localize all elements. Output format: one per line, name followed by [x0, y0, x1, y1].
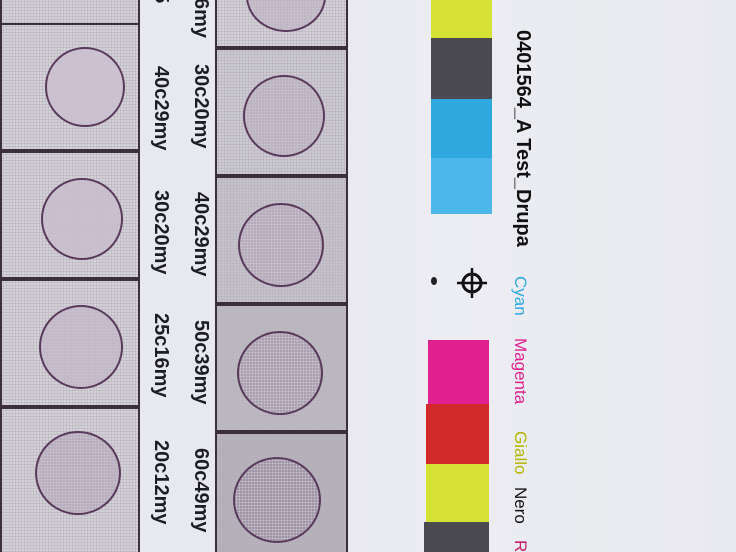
color-patch-yellow — [426, 464, 489, 522]
swatch-label: 60c49my — [190, 448, 212, 533]
swatch-label: 50c39my — [190, 320, 212, 405]
color-patch-black — [424, 522, 489, 552]
color-patch-yellow — [431, 0, 492, 38]
color-patch-cyan-tint — [431, 158, 492, 214]
color-patch-magenta — [428, 340, 489, 404]
swatch-label: 30c20my — [190, 64, 212, 149]
swatch-label: 20c12my — [150, 440, 172, 525]
color-name-red: R — [511, 540, 530, 552]
swatch-label: 6my — [190, 0, 212, 39]
color-patch-red — [426, 404, 489, 464]
color-name-yellow: Giallo — [511, 431, 530, 475]
tone-circle — [238, 203, 324, 287]
swatch-label: 40c29my — [150, 66, 172, 151]
tone-circle — [243, 75, 325, 157]
tone-circle — [45, 47, 125, 127]
tone-circle — [237, 331, 323, 415]
tone-circle — [35, 431, 121, 515]
photo-scene: 5 40c29my 30c20my 25c16my 20c12my 6my 30… — [0, 0, 736, 552]
color-name-cyan: Cyan — [511, 276, 530, 316]
registration-dot — [431, 277, 437, 285]
swatch-label: 30c20my — [150, 190, 172, 275]
job-title: 0401564_A Test_Drupa — [512, 30, 534, 247]
tone-circle — [39, 305, 123, 389]
swatch-label: 40c29my — [190, 192, 212, 277]
tone-circle — [233, 457, 321, 543]
tone-circle — [41, 178, 123, 260]
registration-mark-icon — [457, 268, 487, 298]
color-name-magenta: Magenta — [511, 338, 530, 405]
swatch-label: 25c16my — [150, 313, 172, 398]
swatch-label: 5 — [149, 0, 172, 3]
color-patch-cyan — [431, 99, 492, 158]
color-patch-black — [431, 38, 492, 99]
color-name-black: Nero — [511, 487, 530, 524]
